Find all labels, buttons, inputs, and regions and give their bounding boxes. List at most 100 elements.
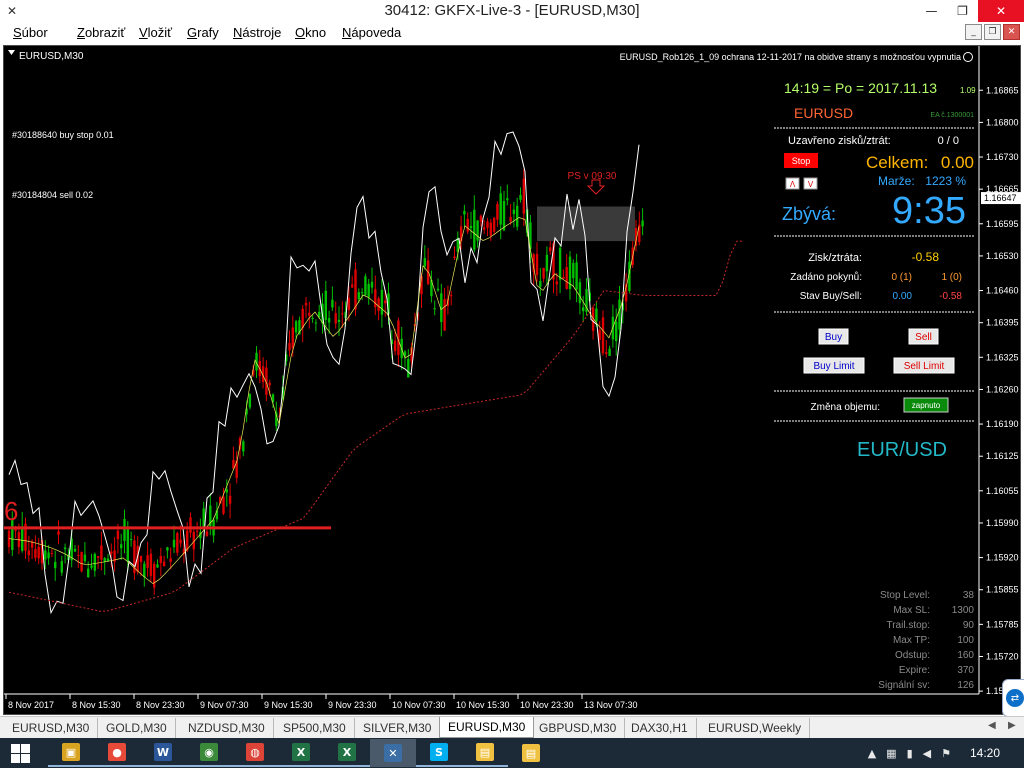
- menu-vlozit[interactable]: Vložiť: [139, 25, 172, 40]
- candle-body: [116, 530, 120, 540]
- tab-eurusd-weekly[interactable]: EURUSD,Weekly: [700, 718, 811, 738]
- tab-scroll-right-icon[interactable]: ▶: [1008, 720, 1016, 731]
- taskbar-app[interactable]: ▤: [508, 739, 554, 767]
- ea-header: EURUSD_Rob126_1_09 ochrana 12-11-2017 na…: [620, 52, 961, 62]
- menu-bar: Súbor Zobraziť Vložiť Grafy Nástroje Okn…: [0, 22, 1024, 44]
- tab-sp500-m30[interactable]: SP500,M30: [275, 718, 355, 738]
- minimize-icon[interactable]: _: [965, 24, 982, 40]
- flag-icon[interactable]: ⚑: [941, 747, 951, 760]
- tab-gbpusd-m30[interactable]: GBPUSD,M30: [531, 718, 626, 738]
- candle-body: [499, 193, 502, 225]
- candle-body: [73, 548, 77, 552]
- order-marker: 6: [4, 496, 18, 526]
- taskbar-app[interactable]: ▣: [48, 739, 94, 767]
- volume-icon[interactable]: ◀: [923, 747, 931, 760]
- tab-nzdusd-m30[interactable]: NZDUSD,M30: [180, 718, 274, 738]
- buy-button[interactable]: Buy: [818, 328, 849, 345]
- screenshot-app-icon: ▣: [62, 743, 80, 761]
- taskbar-app[interactable]: S: [416, 739, 462, 767]
- taskbar-app[interactable]: ◉: [186, 739, 232, 767]
- tab-scroll-left-icon[interactable]: ◀: [988, 720, 996, 731]
- price-chart[interactable]: PS v 09:30 EURUSD,M30 EURUSD_Rob126_1_09…: [4, 46, 1022, 716]
- tab-dax30-h1[interactable]: DAX30,H1: [623, 718, 697, 738]
- candle-bear: [258, 349, 261, 384]
- tab-eurusd-m30[interactable]: EURUSD,M30: [4, 718, 99, 738]
- setting-value: 370: [957, 665, 974, 676]
- setting-label: Max TP:: [893, 635, 930, 646]
- taskbar-app[interactable]: ▤: [462, 739, 508, 767]
- minimize-icon[interactable]: —: [916, 0, 947, 22]
- menu-okno[interactable]: Okno: [295, 25, 326, 40]
- battery-icon[interactable]: ▮: [907, 747, 913, 760]
- candle-body: [143, 563, 146, 577]
- restore-icon[interactable]: ❐: [984, 24, 1001, 40]
- candle-bear: [486, 217, 489, 236]
- menu-napoveda[interactable]: Nápoveda: [342, 25, 401, 40]
- candle-bear: [261, 357, 265, 389]
- menu-subor[interactable]: Súbor: [13, 25, 48, 40]
- buy-limit-button[interactable]: Buy Limit: [803, 357, 865, 374]
- candle-body: [565, 267, 568, 289]
- candle-body: [608, 348, 611, 356]
- menu-grafy[interactable]: Grafy: [187, 25, 219, 40]
- menu-nastroje[interactable]: Nástroje: [233, 25, 281, 40]
- menu-zobrazit[interactable]: Zobraziť: [77, 25, 125, 40]
- candle-body: [27, 550, 30, 556]
- sell-limit-button[interactable]: Sell Limit: [893, 357, 955, 374]
- close-icon[interactable]: ✕: [978, 0, 1024, 22]
- arrow-up-label: Λ: [790, 180, 796, 189]
- chart-window[interactable]: PS v 09:30 EURUSD,M30 EURUSD_Rob126_1_09…: [3, 45, 1024, 717]
- candle-bull: [242, 439, 245, 457]
- candle-body: [301, 308, 304, 328]
- taskbar-app[interactable]: ●: [94, 739, 140, 767]
- arrow-down-button[interactable]: V: [803, 177, 818, 190]
- taskbar-app[interactable]: ◍: [232, 739, 278, 767]
- chevron-up-icon[interactable]: ▲: [868, 747, 876, 760]
- candle-body: [215, 510, 219, 520]
- stop-button[interactable]: Stop: [784, 153, 818, 168]
- taskbar-app[interactable]: X: [278, 739, 324, 767]
- candle-body: [364, 276, 367, 296]
- candle-bear: [565, 253, 568, 290]
- explorer-icon: ▤: [476, 743, 494, 761]
- orders-sell: 1 (0): [941, 272, 962, 283]
- arrow-up-button[interactable]: Λ: [785, 177, 800, 190]
- candle-bear: [308, 301, 311, 329]
- close-icon[interactable]: ✕: [1003, 24, 1020, 40]
- teamviewer-badge[interactable]: ⇄: [1002, 679, 1024, 717]
- candle-bull: [433, 300, 436, 316]
- arrow-down-label: V: [808, 180, 814, 189]
- network-icon[interactable]: ▦: [886, 747, 896, 760]
- candle-body: [103, 558, 106, 562]
- current-price-label: 1.16647: [984, 193, 1017, 203]
- clock[interactable]: 14:20: [970, 746, 1000, 760]
- candle-body: [407, 359, 410, 378]
- candle-body: [473, 209, 476, 250]
- taskbar-app[interactable]: ✕: [370, 739, 416, 767]
- candle-body: [479, 215, 483, 222]
- candle-bull: [83, 542, 87, 564]
- candle-bear: [542, 267, 545, 283]
- tab-gold-m30[interactable]: GOLD,M30: [98, 718, 176, 738]
- candle-bear: [562, 269, 565, 279]
- y-tick-label: 1.16595: [986, 219, 1019, 229]
- sell-limit-label: Sell Limit: [904, 361, 945, 372]
- candle-body: [304, 302, 308, 306]
- windows-start-icon[interactable]: [11, 744, 30, 763]
- candle-bull: [499, 186, 502, 240]
- buy-limit-label: Buy Limit: [813, 361, 854, 372]
- candle-body: [370, 281, 374, 288]
- maximize-icon[interactable]: ❐: [947, 0, 978, 22]
- volume-toggle-button[interactable]: zapnuto: [903, 397, 949, 413]
- remaining-value: 9:35: [892, 190, 966, 232]
- candle-bull: [324, 280, 327, 331]
- taskbar-app[interactable]: W: [140, 739, 186, 767]
- tab-eurusd-m30-active[interactable]: EURUSD,M30: [439, 717, 535, 738]
- candle-bear: [113, 537, 116, 572]
- sell-button[interactable]: Sell: [908, 328, 939, 345]
- candle-bear: [100, 531, 103, 571]
- taskbar-app[interactable]: X: [324, 739, 370, 767]
- tab-silver-m30[interactable]: SILVER,M30: [355, 718, 441, 738]
- window-title: 30412: GKFX-Live-3 - [EURUSD,M30]: [384, 2, 640, 19]
- down-arrow-icon: [586, 179, 606, 195]
